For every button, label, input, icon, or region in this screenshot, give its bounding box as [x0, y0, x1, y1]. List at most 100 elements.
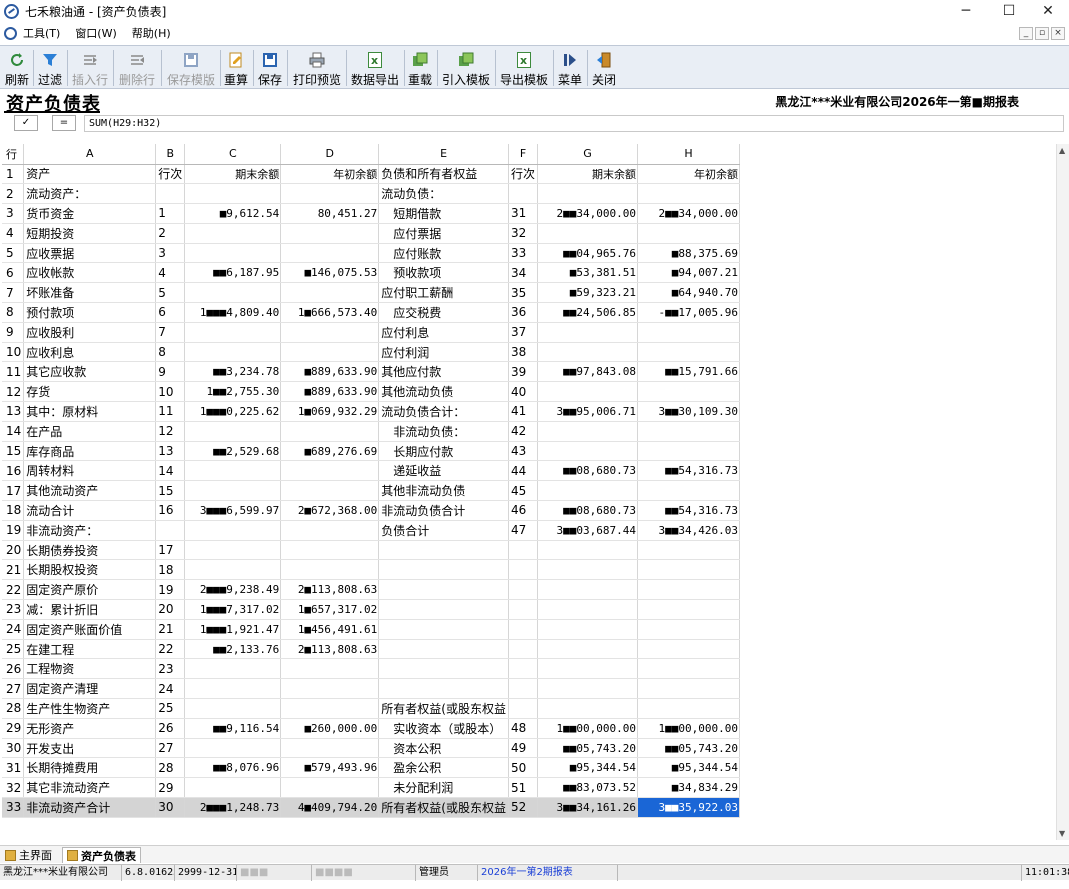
import-template-button[interactable]: 引入模板 — [439, 48, 493, 88]
grid-cell[interactable]: 30 — [2, 738, 25, 759]
grid-cell[interactable]: ■■24,506.85 — [537, 302, 638, 323]
grid-cell[interactable] — [508, 639, 539, 660]
grid-cell[interactable]: 38 — [508, 342, 539, 363]
delete-row-button[interactable]: 删除行 — [116, 48, 158, 88]
grid-cell[interactable] — [378, 678, 509, 700]
grid-cell[interactable]: 应付利润 — [378, 342, 509, 363]
grid-cell[interactable]: 1■456,491.61 — [280, 619, 380, 640]
grid-cell[interactable]: 长期股权投资 — [23, 559, 157, 581]
grid-cell[interactable]: 32 — [2, 777, 25, 798]
grid-cell[interactable]: 30 — [155, 797, 186, 818]
grid-cell[interactable]: ■■2,133.76 — [184, 639, 282, 660]
grid-cell[interactable]: 2■■34,000.00 — [537, 203, 638, 224]
grid-cell[interactable]: 3■■34,161.26 — [537, 797, 638, 818]
table-row[interactable]: 14 在产品 12 非流动负债： 42 — [2, 421, 740, 442]
table-row[interactable]: 19 非流动资产： 负债合计 47 3■■03,687.44 3■■34,426.03 — [2, 520, 740, 541]
grid-cell[interactable]: 12 — [2, 381, 25, 403]
grid-cell[interactable] — [637, 421, 740, 442]
grid-cell[interactable]: 其他应付款 — [378, 361, 509, 383]
grid-cell[interactable]: ■■9,116.54 — [184, 718, 282, 739]
grid-cell[interactable]: 其他流动资产 — [23, 480, 157, 502]
scroll-down-icon[interactable]: ▼ — [1059, 829, 1065, 838]
grid-cell[interactable]: 期末余额 — [537, 164, 638, 185]
grid-cell[interactable]: 资产 — [23, 164, 157, 185]
grid-cell[interactable]: 26 — [2, 658, 25, 680]
recalc-button[interactable]: 重算 — [222, 48, 250, 88]
grid-cell[interactable]: 工程物资 — [23, 658, 157, 680]
grid-cell[interactable]: 3■■■6,599.97 — [184, 500, 282, 521]
grid-cell[interactable]: 1■■■7,317.02 — [184, 599, 282, 620]
grid-cell[interactable]: 47 — [508, 520, 539, 541]
vertical-scrollbar[interactable]: ▲ ▼ — [1056, 144, 1069, 840]
table-row[interactable]: 9 应收股利 7 应付利息 37 — [2, 322, 740, 343]
formula-confirm-button[interactable]: ✓ — [14, 115, 38, 131]
grid-cell[interactable]: 6 — [155, 302, 186, 323]
grid-cell[interactable]: ■94,007.21 — [637, 262, 740, 284]
grid-cell[interactable]: ■579,493.96 — [280, 757, 380, 779]
column-header[interactable]: A — [23, 144, 157, 165]
grid-cell[interactable] — [184, 520, 282, 541]
grid-cell[interactable] — [184, 223, 282, 244]
grid-cell[interactable] — [537, 599, 638, 620]
grid-cell[interactable]: ■■54,316.73 — [637, 460, 740, 482]
scroll-up-icon[interactable]: ▲ — [1059, 146, 1065, 155]
grid-cell[interactable] — [155, 183, 186, 205]
grid-cell[interactable] — [637, 381, 740, 403]
grid-cell[interactable] — [537, 223, 638, 244]
column-header[interactable]: B — [155, 144, 186, 165]
table-row[interactable]: 22 固定资产原价 19 2■■■9,238.49 2■113,808.63 — [2, 579, 740, 601]
table-row[interactable]: 11 其它应收款 9 ■■3,234.78 ■889,633.90 其他应付款 39 ■■97… — [2, 361, 740, 383]
grid-cell[interactable] — [280, 540, 380, 561]
grid-cell[interactable]: 7 — [155, 322, 186, 343]
formula-equals-button[interactable]: = — [52, 115, 76, 131]
grid-cell[interactable]: 存货 — [23, 381, 157, 403]
grid-cell[interactable]: 年初余额 — [637, 164, 740, 185]
column-header[interactable]: 行 — [2, 144, 25, 165]
grid-cell[interactable]: 应收股利 — [23, 322, 157, 343]
grid-cell[interactable]: 23 — [155, 658, 186, 680]
reload-button[interactable]: 重载 — [406, 48, 434, 88]
grid-cell[interactable]: 1■666,573.40 — [280, 302, 380, 323]
column-header[interactable]: H — [637, 144, 740, 165]
grid-cell[interactable] — [378, 540, 509, 561]
table-row[interactable]: 3 货币资金 1 ■9,612.54 80,451.27 短期借款 31 2■■34,000.… — [2, 203, 740, 224]
grid-cell[interactable] — [637, 658, 740, 680]
grid-cell[interactable]: 16 — [2, 460, 25, 482]
grid-cell[interactable]: 18 — [155, 559, 186, 581]
grid-cell[interactable]: 开发支出 — [23, 738, 157, 759]
table-row[interactable]: 4 短期投资 2 应付票据 32 — [2, 223, 740, 244]
grid-cell[interactable]: 32 — [508, 223, 539, 244]
grid-cell[interactable] — [637, 223, 740, 244]
grid-cell[interactable]: 14 — [2, 421, 25, 442]
grid-cell[interactable] — [637, 619, 740, 640]
grid-cell[interactable]: 13 — [155, 441, 186, 462]
grid-cell[interactable]: 1■■2,755.30 — [184, 381, 282, 403]
grid-cell[interactable] — [280, 480, 380, 502]
grid-cell[interactable]: 1■■■1,921.47 — [184, 619, 282, 640]
grid-cell[interactable] — [537, 381, 638, 403]
grid-cell[interactable]: 应收票据 — [23, 243, 157, 264]
grid-cell[interactable]: ■34,834.29 — [637, 777, 740, 798]
grid-cell[interactable] — [508, 579, 539, 601]
grid-cell[interactable] — [637, 342, 740, 363]
column-header[interactable]: F — [508, 144, 539, 165]
grid-cell[interactable]: 在产品 — [23, 421, 157, 442]
grid-cell[interactable]: ■260,000.00 — [280, 718, 380, 739]
refresh-button[interactable]: 刷新 — [3, 48, 31, 88]
grid-cell[interactable]: 8 — [155, 342, 186, 363]
table-row[interactable]: 13 其中：原材料 11 1■■■0,225.62 1■069,932.29 流动负债合计… — [2, 401, 740, 422]
column-header[interactable]: D — [280, 144, 380, 165]
grid-cell[interactable]: 资本公积 — [378, 738, 509, 759]
grid-cell[interactable] — [378, 579, 509, 601]
table-row[interactable]: 2 流动资产： 流动负债： — [2, 183, 740, 205]
grid-cell[interactable]: 27 — [155, 738, 186, 759]
grid-cell[interactable]: 其他流动负债 — [378, 381, 509, 403]
grid-cell[interactable]: 流动合计 — [23, 500, 157, 521]
table-row[interactable]: 28 生产性生物资产 25 所有者权益(或股东权益 — [2, 698, 740, 719]
column-header[interactable]: E — [378, 144, 509, 165]
grid-cell[interactable] — [184, 342, 282, 363]
grid-cell[interactable] — [637, 540, 740, 561]
grid-cell[interactable]: ■■8,076.96 — [184, 757, 282, 779]
grid-cell[interactable]: 2■■34,000.00 — [637, 203, 740, 224]
grid-cell[interactable]: ■64,940.70 — [637, 282, 740, 304]
